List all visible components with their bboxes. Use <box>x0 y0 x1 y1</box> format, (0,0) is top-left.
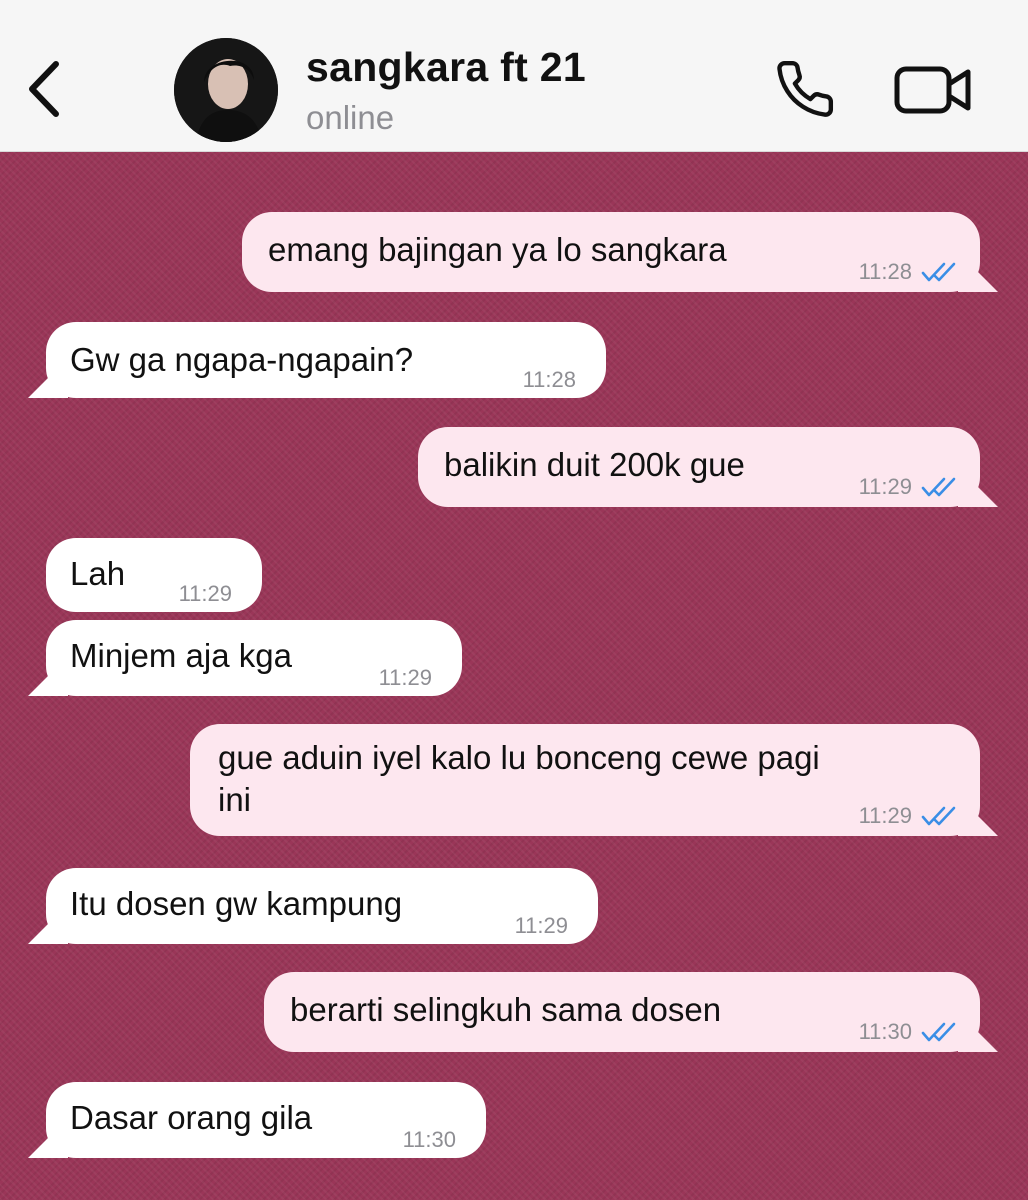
message-meta: 11:28 <box>523 358 576 402</box>
message-list[interactable]: emang bajingan ya lo sangkara 11:28 Gw g… <box>0 152 1028 1200</box>
message-time: 11:29 <box>178 581 232 606</box>
double-check-icon <box>921 806 956 826</box>
message-time: 11:28 <box>522 367 576 392</box>
message-time: 11:30 <box>858 1019 912 1044</box>
double-check-icon <box>921 1022 956 1042</box>
bubble-tail <box>28 1118 68 1158</box>
bubble-tail <box>28 656 68 696</box>
message-meta: 11:29 <box>859 794 960 838</box>
double-check-icon <box>921 477 956 497</box>
video-call-button[interactable] <box>892 62 974 118</box>
message-outgoing: balikin duit 200k gue 11:29 <box>418 427 998 509</box>
message-bubble[interactable]: Lah 11:29 <box>46 538 262 612</box>
contact-name[interactable]: sangkara ft 21 <box>306 44 586 91</box>
bubble-tail <box>958 796 998 836</box>
message-text: balikin duit 200k gue <box>444 446 745 483</box>
bubble-tail <box>958 1012 998 1052</box>
message-time: 11:28 <box>858 259 912 284</box>
voice-call-button[interactable] <box>772 58 838 120</box>
message-time: 11:29 <box>514 913 568 938</box>
message-bubble[interactable]: Itu dosen gw kampung 11:29 <box>28 868 598 944</box>
message-meta: 11:30 <box>403 1118 456 1162</box>
message-bubble[interactable]: Minjem aja kga 11:29 <box>28 620 462 696</box>
message-time: 11:30 <box>402 1127 456 1152</box>
message-incoming: Gw ga ngapa-ngapain? 11:28 <box>28 322 606 398</box>
message-incoming: Minjem aja kga 11:29 <box>28 620 462 696</box>
message-incoming: Lah 11:29 <box>46 538 262 612</box>
message-incoming: Itu dosen gw kampung 11:29 <box>28 868 598 944</box>
message-text: Gw ga ngapa-ngapain? <box>70 341 414 378</box>
message-text: Lah <box>70 555 126 592</box>
message-text: Dasar orang gila <box>70 1099 313 1136</box>
contact-avatar[interactable] <box>174 38 278 142</box>
message-bubble[interactable]: emang bajingan ya lo sangkara 11:28 <box>242 212 998 294</box>
message-outgoing: berarti selingkuh sama dosen 11:30 <box>264 972 998 1054</box>
message-time: 11:29 <box>858 474 912 499</box>
message-bubble[interactable]: Gw ga ngapa-ngapain? 11:28 <box>28 322 606 398</box>
message-text: Itu dosen gw kampung <box>70 885 403 922</box>
video-camera-icon <box>894 66 971 114</box>
message-bubble[interactable]: gue aduin iyel kalo lu bonceng cewe pagi… <box>190 724 998 838</box>
back-button[interactable] <box>22 52 72 122</box>
message-text: Minjem aja kga <box>70 637 292 674</box>
message-text: berarti selingkuh sama dosen <box>290 991 722 1028</box>
message-meta: 11:28 <box>859 250 960 294</box>
message-meta: 11:29 <box>179 572 232 616</box>
message-meta: 11:29 <box>859 465 960 509</box>
message-outgoing: emang bajingan ya lo sangkara 11:28 <box>242 212 998 294</box>
avatar-photo <box>174 38 278 142</box>
message-bubble[interactable]: berarti selingkuh sama dosen 11:30 <box>264 972 998 1054</box>
message-text: emang bajingan ya lo sangkara <box>268 231 727 268</box>
message-meta: 11:29 <box>515 904 568 948</box>
message-time: 11:29 <box>858 803 912 828</box>
bubble-tail <box>28 904 68 944</box>
message-text-line: ini <box>218 781 252 818</box>
message-meta: 11:29 <box>379 656 432 700</box>
message-time: 11:29 <box>378 665 432 690</box>
message-bubble[interactable]: balikin duit 200k gue 11:29 <box>418 427 998 509</box>
contact-status: online <box>306 99 395 136</box>
message-meta: 11:30 <box>859 1010 960 1054</box>
double-check-icon <box>921 262 956 282</box>
chat-header: sangkara ft 21 online <box>0 0 1028 152</box>
message-incoming: Dasar orang gila 11:30 <box>28 1082 486 1158</box>
bubble-tail <box>28 358 68 398</box>
phone-icon <box>777 60 834 117</box>
message-outgoing: gue aduin iyel kalo lu bonceng cewe pagi… <box>190 724 998 838</box>
bubble-tail <box>958 467 998 507</box>
bubble-tail <box>958 252 998 292</box>
message-bubble[interactable]: Dasar orang gila 11:30 <box>28 1082 486 1158</box>
message-text-line: gue aduin iyel kalo lu bonceng cewe pagi <box>218 739 820 776</box>
chevron-left-icon <box>29 61 59 117</box>
